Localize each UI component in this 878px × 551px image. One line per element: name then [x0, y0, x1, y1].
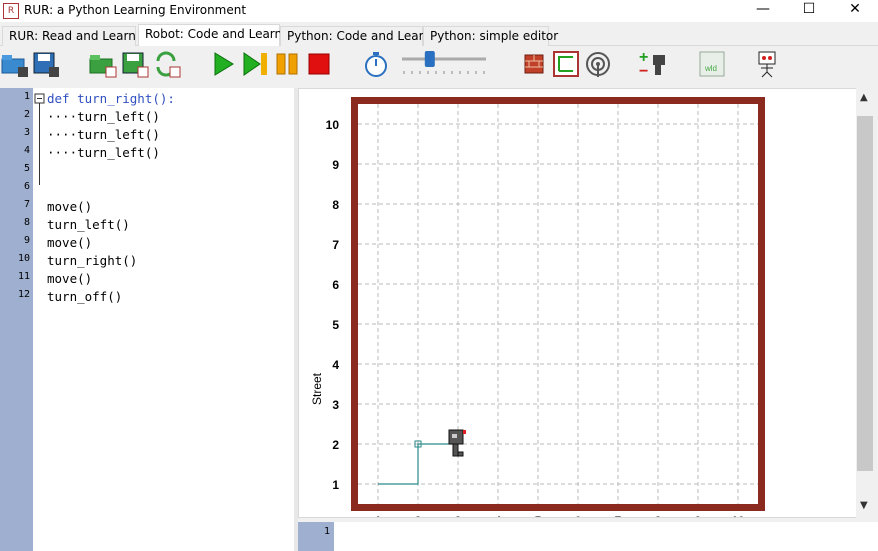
tab-robot-code-and-learn[interactable]: Robot: Code and Learn: [138, 24, 282, 46]
output-line-number: 1: [323, 526, 330, 537]
robot-face-icon[interactable]: [753, 49, 783, 79]
street-label: 10: [326, 118, 340, 132]
code-line: ····turn_left(): [47, 109, 160, 124]
line-number: 4: [23, 145, 30, 156]
app-icon: R: [3, 3, 19, 19]
output-pane[interactable]: [334, 522, 878, 551]
code-keyword: def: [47, 91, 70, 106]
line-number: 3: [23, 127, 30, 138]
save-file-icon[interactable]: [31, 49, 61, 79]
maximize-button[interactable]: ☐: [786, 0, 832, 22]
svg-text:wld: wld: [704, 64, 717, 73]
avenue-label: 10: [731, 514, 745, 517]
street-label: 1: [332, 478, 339, 492]
vertical-scrollbar[interactable]: ▲ ▼: [856, 88, 876, 518]
avenue-label: 7: [615, 514, 622, 517]
street-label: 4: [332, 358, 339, 372]
fold-marker-icon[interactable]: [33, 88, 47, 188]
code-text: ····turn_left(): [47, 127, 160, 142]
scroll-down-icon[interactable]: ▼: [860, 500, 868, 511]
avenue-label: 5: [535, 514, 542, 517]
scroll-up-icon[interactable]: ▲: [860, 92, 868, 103]
minimize-button[interactable]: —: [740, 0, 786, 22]
pause-icon[interactable]: [272, 49, 302, 79]
code-line: move(): [47, 235, 92, 250]
world-canvas: 1 2 3 4 5 6 7 8 9 10 1 2 3 4 5 6 7 8 9 10 Street: [310, 97, 765, 528]
avenue-label: 3: [455, 514, 462, 517]
toolbar: + − wld: [0, 47, 878, 87]
code-text: move(): [47, 199, 93, 214]
street-label: 8: [332, 198, 339, 212]
code-text: ····turn_left(): [47, 145, 160, 160]
tab-python-code-and-learn[interactable]: Python: Code and Learn: [280, 26, 431, 46]
tab-rur-read-and-learn[interactable]: RUR: Read and Learn: [2, 26, 136, 46]
street-label: 7: [332, 238, 339, 252]
line-number: 11: [17, 271, 30, 282]
timer-icon[interactable]: [361, 49, 391, 79]
tab-bar: RUR: Read and Learn Robot: Code and Lear…: [0, 24, 878, 46]
street-label: 6: [332, 278, 339, 292]
beeper-icon[interactable]: [583, 49, 613, 79]
avenue-label: 4: [495, 514, 502, 517]
world-view: 1 2 3 4 5 6 7 8 9 10 1 2 3 4 5 6 7 8 9 10 Street: [298, 88, 858, 528]
line-number: 7: [23, 199, 30, 210]
title-bar: R RUR: a Python Learning Environment — ☐…: [0, 0, 878, 22]
add-robot-icon[interactable]: + −: [639, 49, 669, 79]
avenue-label: 8: [655, 514, 662, 517]
code-line: turn_left(): [47, 217, 130, 232]
avenue-label: 1: [375, 514, 382, 517]
speed-slider[interactable]: [400, 49, 488, 79]
code-line: move(): [47, 199, 92, 214]
code-text: move(): [47, 235, 93, 250]
street-label: 2: [332, 438, 339, 452]
line-number: 8: [23, 217, 30, 228]
line-number: 5: [23, 163, 30, 174]
window-title: RUR: a Python Learning Environment: [24, 3, 247, 17]
code-text: turn_off(): [47, 289, 123, 304]
code-text: ····turn_left(): [47, 109, 160, 124]
code-line: ····turn_left(): [47, 145, 160, 160]
line-number: 9: [23, 235, 30, 246]
line-number: 12: [17, 289, 30, 300]
code-text: turn_right():: [69, 91, 175, 106]
avenue-label: 6: [575, 514, 582, 517]
world-file-icon[interactable]: wld: [697, 49, 727, 79]
code-line: move(): [47, 271, 92, 286]
svg-text:−: −: [639, 63, 648, 79]
reload-world-icon[interactable]: [152, 49, 182, 79]
code-text: turn_left(): [47, 217, 130, 232]
open-file-icon[interactable]: [0, 49, 30, 79]
street-axis-label: Street: [310, 372, 324, 405]
street-label: 9: [332, 158, 339, 172]
output-gutter: 1: [298, 522, 334, 551]
resize-world-icon[interactable]: [551, 49, 581, 79]
open-world-icon[interactable]: [88, 49, 118, 79]
avenue-label: 9: [695, 514, 702, 517]
close-button[interactable]: ✕: [832, 0, 878, 22]
code-line: turn_off(): [47, 289, 122, 304]
step-icon[interactable]: [240, 49, 270, 79]
line-number: 1: [23, 91, 30, 102]
stop-icon[interactable]: [304, 49, 334, 79]
code-line: def turn_right():: [47, 91, 175, 106]
scroll-thumb[interactable]: [857, 116, 873, 471]
save-world-icon[interactable]: [120, 49, 150, 79]
street-label: 3: [332, 398, 339, 412]
line-number: 6: [23, 181, 30, 192]
avenue-label: 2: [415, 514, 422, 517]
code-editor[interactable]: def turn_right(): ····turn_left() ····turn…: [33, 88, 294, 551]
slider-thumb[interactable]: [424, 51, 435, 67]
line-number: 2: [23, 109, 30, 120]
wall-icon[interactable]: [519, 49, 549, 79]
code-line: turn_right(): [47, 253, 137, 268]
line-number: 10: [17, 253, 30, 264]
tab-python-simple-editor[interactable]: Python: simple editor: [423, 26, 558, 46]
code-text: turn_right(): [47, 253, 138, 268]
editor-gutter: 1 2 3 4 5 6 7 8 9 10 11 12: [0, 88, 33, 551]
run-icon[interactable]: [208, 49, 238, 79]
code-line: ····turn_left(): [47, 127, 160, 142]
code-text: move(): [47, 271, 93, 286]
street-label: 5: [332, 318, 339, 332]
